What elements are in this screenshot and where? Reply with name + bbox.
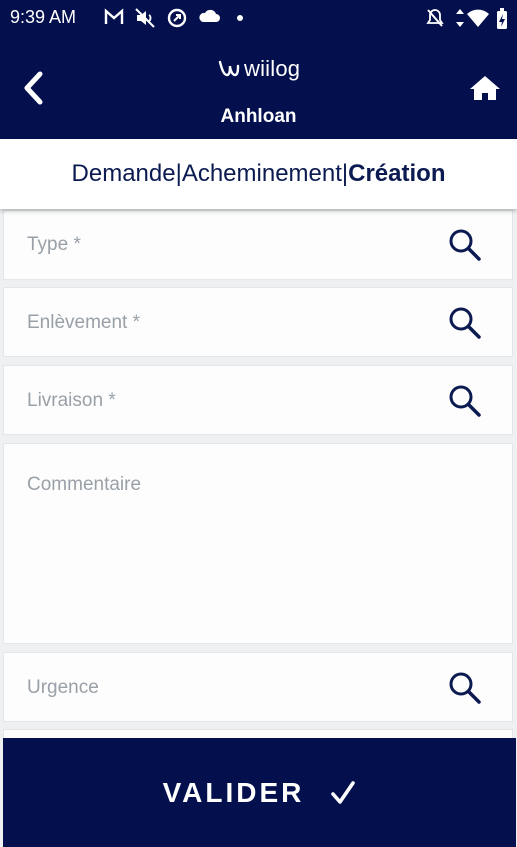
home-button[interactable]: [468, 74, 502, 102]
step-breadcrumb: Demande|Acheminement|Création: [0, 139, 517, 209]
data-arrows-icon: [456, 9, 464, 27]
pickup-field[interactable]: Enlèvement *: [3, 287, 513, 357]
brand-logo: wiilog: [218, 56, 300, 82]
gmail-icon: [104, 8, 124, 24]
validate-label: VALIDER: [162, 776, 305, 808]
status-time: 9:39 AM: [10, 7, 77, 27]
type-label: Type *: [27, 234, 81, 255]
pickup-label: Enlèvement *: [27, 312, 141, 333]
search-icon[interactable]: [448, 671, 482, 705]
notifications-off-icon: [426, 9, 444, 27]
status-bar: 9:39 AM: [0, 0, 517, 36]
dot-icon: [237, 15, 243, 21]
search-icon[interactable]: [448, 228, 482, 262]
search-icon[interactable]: [448, 306, 482, 340]
validate-button[interactable]: VALIDER: [3, 738, 516, 847]
page-title: Anhloan: [220, 106, 297, 127]
step-creation: Création: [348, 160, 446, 187]
urgency-label: Urgence: [27, 677, 99, 698]
sync-icon: [167, 8, 187, 28]
check-icon: [331, 780, 356, 804]
mute-icon: [135, 8, 155, 28]
cloud-icon: [199, 9, 220, 22]
comment-field[interactable]: Commentaire: [3, 443, 513, 644]
wifi-icon: [467, 9, 489, 27]
urgency-field[interactable]: Urgence: [3, 652, 513, 722]
wiilog-logo-icon: [218, 60, 240, 77]
delivery-field[interactable]: Livraison *: [3, 365, 513, 435]
back-button[interactable]: [20, 70, 48, 106]
comment-label: Commentaire: [27, 474, 142, 495]
brand-name: wiilog: [244, 56, 301, 81]
delivery-label: Livraison *: [27, 390, 116, 411]
search-icon[interactable]: [448, 384, 482, 418]
step-demande: Demande: [71, 160, 176, 187]
step-acheminement: Acheminement: [181, 160, 342, 187]
type-field[interactable]: Type *: [3, 210, 513, 280]
battery-charging-icon: [497, 8, 507, 29]
app-header: wiilog Anhloan: [0, 36, 517, 139]
